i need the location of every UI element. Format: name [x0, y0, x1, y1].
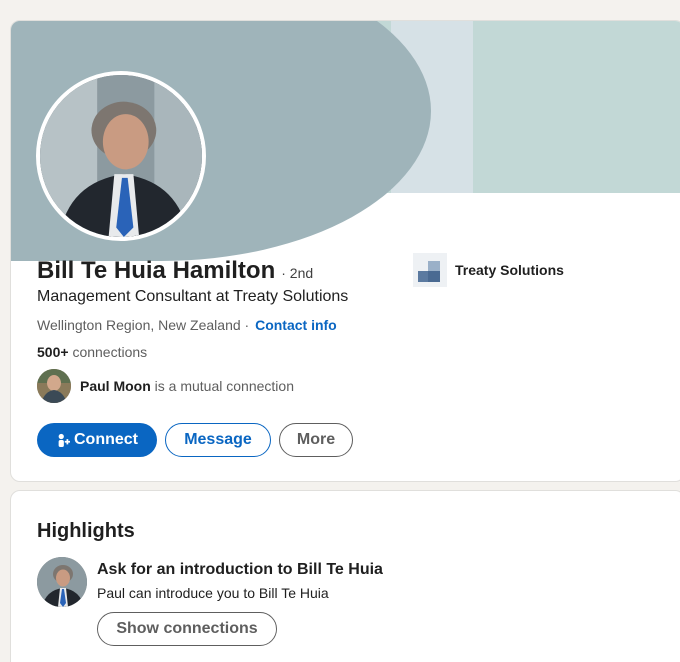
mutual-connection-suffix: is a mutual connection — [154, 378, 294, 394]
name-row: Bill Te Huia Hamilton · 2nd — [37, 257, 313, 285]
profile-photo-image — [40, 75, 202, 237]
highlight-avatar-image — [37, 557, 87, 607]
mutual-connection-avatar — [37, 369, 71, 403]
highlight-avatar — [37, 557, 87, 607]
treaty-solutions-logo-icon — [413, 253, 447, 287]
connection-degree: · 2nd — [281, 265, 314, 281]
connect-button[interactable]: Connect — [37, 423, 157, 457]
mutual-avatar-image — [37, 369, 71, 403]
highlights-title: Highlights — [37, 520, 135, 542]
connect-label: Connect — [74, 431, 138, 448]
profile-photo[interactable] — [36, 71, 206, 241]
more-button[interactable]: More — [279, 423, 353, 457]
message-button[interactable]: Message — [165, 423, 271, 457]
connections-count: 500+ — [37, 344, 69, 360]
highlights-card: Highlights Ask for an introduction to Bi… — [10, 490, 680, 662]
profile-headline: Management Consultant at Treaty Solution… — [37, 288, 349, 305]
profile-actions: Connect Message More — [37, 423, 353, 457]
profile-location: Wellington Region, New Zealand · — [37, 317, 250, 333]
add-person-icon — [58, 433, 70, 447]
location-row: Wellington Region, New Zealand · Contact… — [37, 317, 337, 333]
company-name: Treaty Solutions — [455, 262, 564, 278]
introduction-heading: Ask for an introduction to Bill Te Huia — [97, 561, 383, 578]
show-connections-button[interactable]: Show connections — [97, 612, 277, 646]
introduction-subtext: Paul can introduce you to Bill Te Huia — [97, 585, 329, 601]
profile-name: Bill Te Huia Hamilton — [37, 257, 276, 284]
profile-card: Bill Te Huia Hamilton · 2nd Management C… — [10, 20, 680, 482]
connections-row[interactable]: 500+ connections — [37, 344, 147, 360]
contact-info-link[interactable]: Contact info — [255, 317, 337, 333]
mutual-connection-name: Paul Moon — [80, 378, 151, 394]
current-company[interactable]: Treaty Solutions — [413, 253, 564, 287]
connections-label: connections — [72, 344, 148, 360]
mutual-connection-text: Paul Moon is a mutual connection — [80, 378, 294, 394]
mutual-connection-row[interactable]: Paul Moon is a mutual connection — [37, 369, 294, 403]
